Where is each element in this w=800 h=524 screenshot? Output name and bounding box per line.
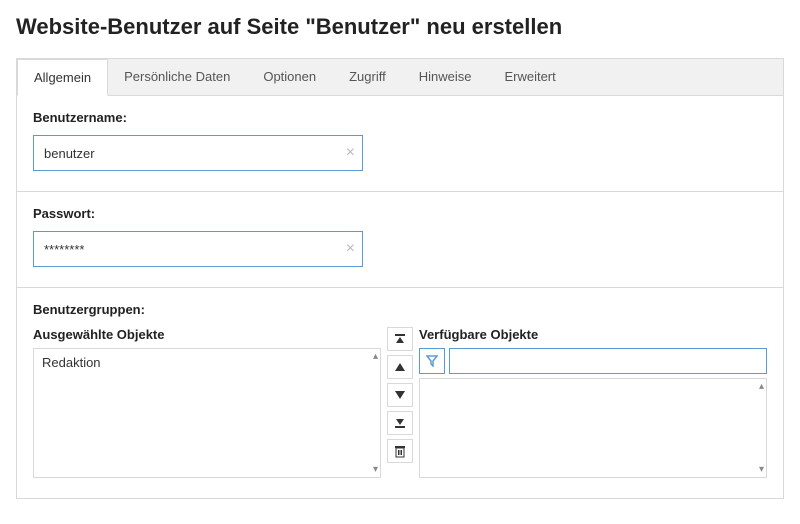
groups-label: Benutzergruppen:	[33, 302, 767, 317]
selected-objects-listbox[interactable]: Redaktion ▴ ▾	[33, 348, 381, 478]
filter-icon	[426, 355, 438, 367]
transfer-buttons	[387, 327, 413, 463]
move-top-icon	[394, 333, 406, 345]
move-bottom-button[interactable]	[387, 411, 413, 435]
move-bottom-icon	[394, 417, 406, 429]
move-up-button[interactable]	[387, 355, 413, 379]
tab-access[interactable]: Zugriff	[333, 59, 403, 95]
move-top-button[interactable]	[387, 327, 413, 351]
password-label: Passwort:	[33, 206, 767, 221]
available-objects-label: Verfügbare Objekte	[419, 327, 767, 342]
tab-advanced[interactable]: Erweitert	[488, 59, 572, 95]
scroll-down-icon[interactable]: ▾	[759, 464, 764, 475]
filter-button[interactable]	[419, 348, 445, 374]
trash-icon	[394, 445, 406, 458]
groups-section: Benutzergruppen: Ausgewählte Objekte Red…	[17, 288, 783, 498]
username-input[interactable]	[33, 135, 363, 171]
move-down-icon	[394, 389, 406, 401]
tab-hints[interactable]: Hinweise	[403, 59, 489, 95]
tab-bar: Allgemein Persönliche Daten Optionen Zug…	[16, 58, 784, 95]
username-section: Benutzername: ×	[17, 96, 783, 192]
remove-button[interactable]	[387, 439, 413, 463]
move-up-icon	[394, 361, 406, 373]
tab-personal[interactable]: Persönliche Daten	[108, 59, 247, 95]
scroll-up-icon[interactable]: ▴	[373, 351, 378, 362]
username-label: Benutzername:	[33, 110, 767, 125]
selected-column: Ausgewählte Objekte Redaktion ▴ ▾	[33, 327, 381, 478]
tab-options[interactable]: Optionen	[247, 59, 333, 95]
password-input[interactable]	[33, 231, 363, 267]
available-objects-listbox[interactable]: ▴ ▾	[419, 378, 767, 478]
list-item[interactable]: Redaktion	[42, 355, 101, 370]
selected-objects-label: Ausgewählte Objekte	[33, 327, 381, 342]
password-section: Passwort: ×	[17, 192, 783, 288]
filter-input[interactable]	[449, 348, 767, 374]
form-panel: Benutzername: × Passwort: × Benutzergrup…	[16, 95, 784, 499]
page-title: Website-Benutzer auf Seite "Benutzer" ne…	[16, 14, 784, 40]
clear-username-icon[interactable]: ×	[346, 145, 355, 161]
move-down-button[interactable]	[387, 383, 413, 407]
available-column: Verfügbare Objekte ▴ ▾	[419, 327, 767, 478]
clear-password-icon[interactable]: ×	[346, 241, 355, 257]
scroll-up-icon[interactable]: ▴	[759, 381, 764, 392]
scroll-down-icon[interactable]: ▾	[373, 464, 378, 475]
tab-general[interactable]: Allgemein	[17, 59, 108, 96]
